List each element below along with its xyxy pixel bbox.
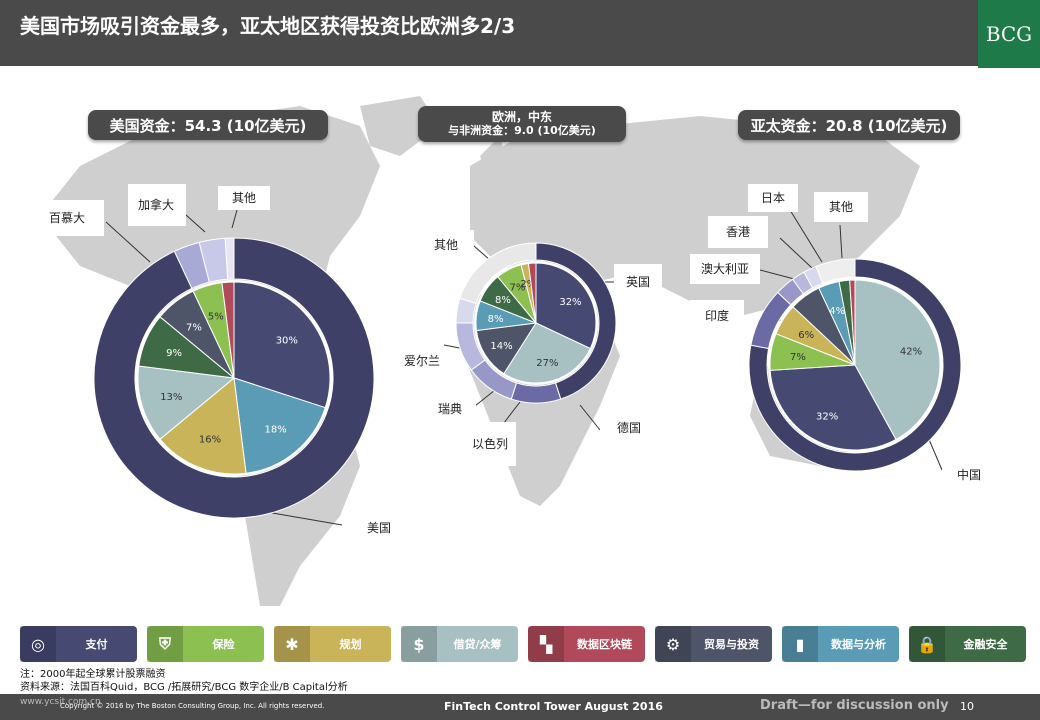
label-others-us: 其他 [218, 186, 270, 210]
leader-line-hongkong [779, 237, 813, 269]
label-japan: 日本 [748, 184, 798, 212]
donut-apac: 42% 32% 7% 6% 4% [748, 258, 962, 472]
leader-line-canada [185, 214, 206, 233]
legend-item: ▚ 数据区块链 [528, 626, 645, 662]
slice-label: 7% [186, 322, 202, 333]
label-sweden: 瑞典 [424, 396, 476, 422]
label-australia: 澳大利亚 [690, 254, 760, 284]
legend-label: 规划 [339, 637, 362, 651]
donut-europe: 32%27%14%8%8%7%2% [455, 242, 617, 404]
slice-label: 32% [559, 297, 581, 308]
label-china: 中国 [942, 458, 996, 492]
leader-line-others-ap [839, 224, 843, 259]
label-hongkong: 香港 [708, 216, 768, 248]
slice-label: 7% [790, 352, 806, 363]
copyright-text: Copyright © 2016 by The Boston Consultin… [60, 702, 325, 710]
money-bag-icon: $ [401, 626, 437, 662]
note-text: 注：2000年起全球累计股票融资 [20, 669, 166, 680]
legend-label: 金融安全 [963, 637, 1008, 651]
leader-line-australia [759, 269, 799, 281]
label-bermuda: 百慕大 [30, 200, 104, 236]
source-text: 资料来源：法国百科Quid，BCG /拓展研究/BCG 数字企业/B Capit… [20, 682, 348, 693]
legend-item: ✱ 规划 [274, 626, 391, 662]
slice-label: 8% [488, 314, 504, 325]
legend-label: 借贷/众筹 [453, 637, 502, 651]
slice-label: 9% [166, 348, 182, 359]
slice-label: 5% [208, 311, 224, 322]
notes: 注：2000年起全球累计股票融资 资料来源：法国百科Quid，BCG /拓展研究… [20, 668, 348, 694]
slice-label: 8% [495, 295, 511, 306]
legend-label: 贸易与投资 [704, 637, 759, 651]
slice-label: 32% [816, 412, 838, 423]
leader-line-germany [579, 404, 601, 431]
slice-label: 18% [264, 424, 286, 435]
legend-item: ◎ 支付 [20, 626, 137, 662]
label-israel: 以色列 [464, 422, 516, 466]
category-legend: ◎ 支付 ⛨ 保险 ✱ 规划 $ 借贷/众筹 ▚ 数据区块链 ⚙ 贸易与投资 ▮ 数据与分析 🔒 金融安全 [20, 626, 1026, 662]
footer-title: FinTech Control Tower August 2016 [444, 700, 663, 713]
legend-item: ⚙ 贸易与投资 [655, 626, 772, 662]
legend-label: 支付 [85, 637, 108, 651]
legend-item: $ 借贷/众筹 [401, 626, 518, 662]
dollar-gear-icon: ⚙ [655, 626, 691, 662]
lock-icon: 🔒 [909, 626, 945, 662]
legend-item: ▮ 数据与分析 [782, 626, 899, 662]
slice-label: 42% [900, 347, 922, 358]
bar-chart-icon: ▮ [782, 626, 818, 662]
page-number: 10 [960, 700, 974, 713]
slice-label: 6% [798, 330, 814, 341]
footer-bar: www.ycsit.com.cn Copyright © 2016 by The… [0, 694, 1040, 720]
draft-label: Draft—for discussion only [760, 698, 949, 713]
slice-label: 27% [536, 358, 558, 369]
slice-label: 4% [829, 306, 845, 317]
label-canada: 加拿大 [128, 184, 186, 226]
leader-line-others-eu [473, 245, 491, 261]
legend-label: 数据区块链 [577, 637, 632, 651]
legend-item: 🔒 金融安全 [909, 626, 1026, 662]
blocks-icon: ▚ [528, 626, 564, 662]
network-icon: ✱ [274, 626, 310, 662]
donut-charts: 30%18%16%13%9%7%5% 32%27%14%8%8%7%2% 42%… [93, 209, 962, 526]
outer-slice [510, 382, 562, 404]
slice-label: 13% [160, 392, 182, 403]
label-india: 印度 [690, 300, 744, 332]
slice-label: 16% [199, 435, 221, 446]
legend-label: 数据与分析 [831, 637, 886, 651]
slice-label: 30% [276, 336, 298, 347]
label-others-eu: 其他 [418, 230, 474, 260]
label-uk: 英国 [614, 264, 662, 300]
slice-label: 14% [490, 341, 512, 352]
legend-label: 保险 [212, 637, 235, 651]
label-ireland: 爱尔兰 [400, 340, 444, 382]
coins-icon: ◎ [20, 626, 56, 662]
leader-line-others-us [231, 209, 238, 229]
shield-icon: ⛨ [147, 626, 183, 662]
leader-line-bermuda [105, 221, 151, 263]
label-usa: 美国 [342, 510, 416, 546]
legend-item: ⛨ 保险 [147, 626, 264, 662]
label-others-ap: 其他 [814, 192, 868, 222]
label-germany: 德国 [600, 410, 658, 446]
donut-us: 30% 18% 16% 13% 9% 7% 5% [93, 237, 375, 519]
